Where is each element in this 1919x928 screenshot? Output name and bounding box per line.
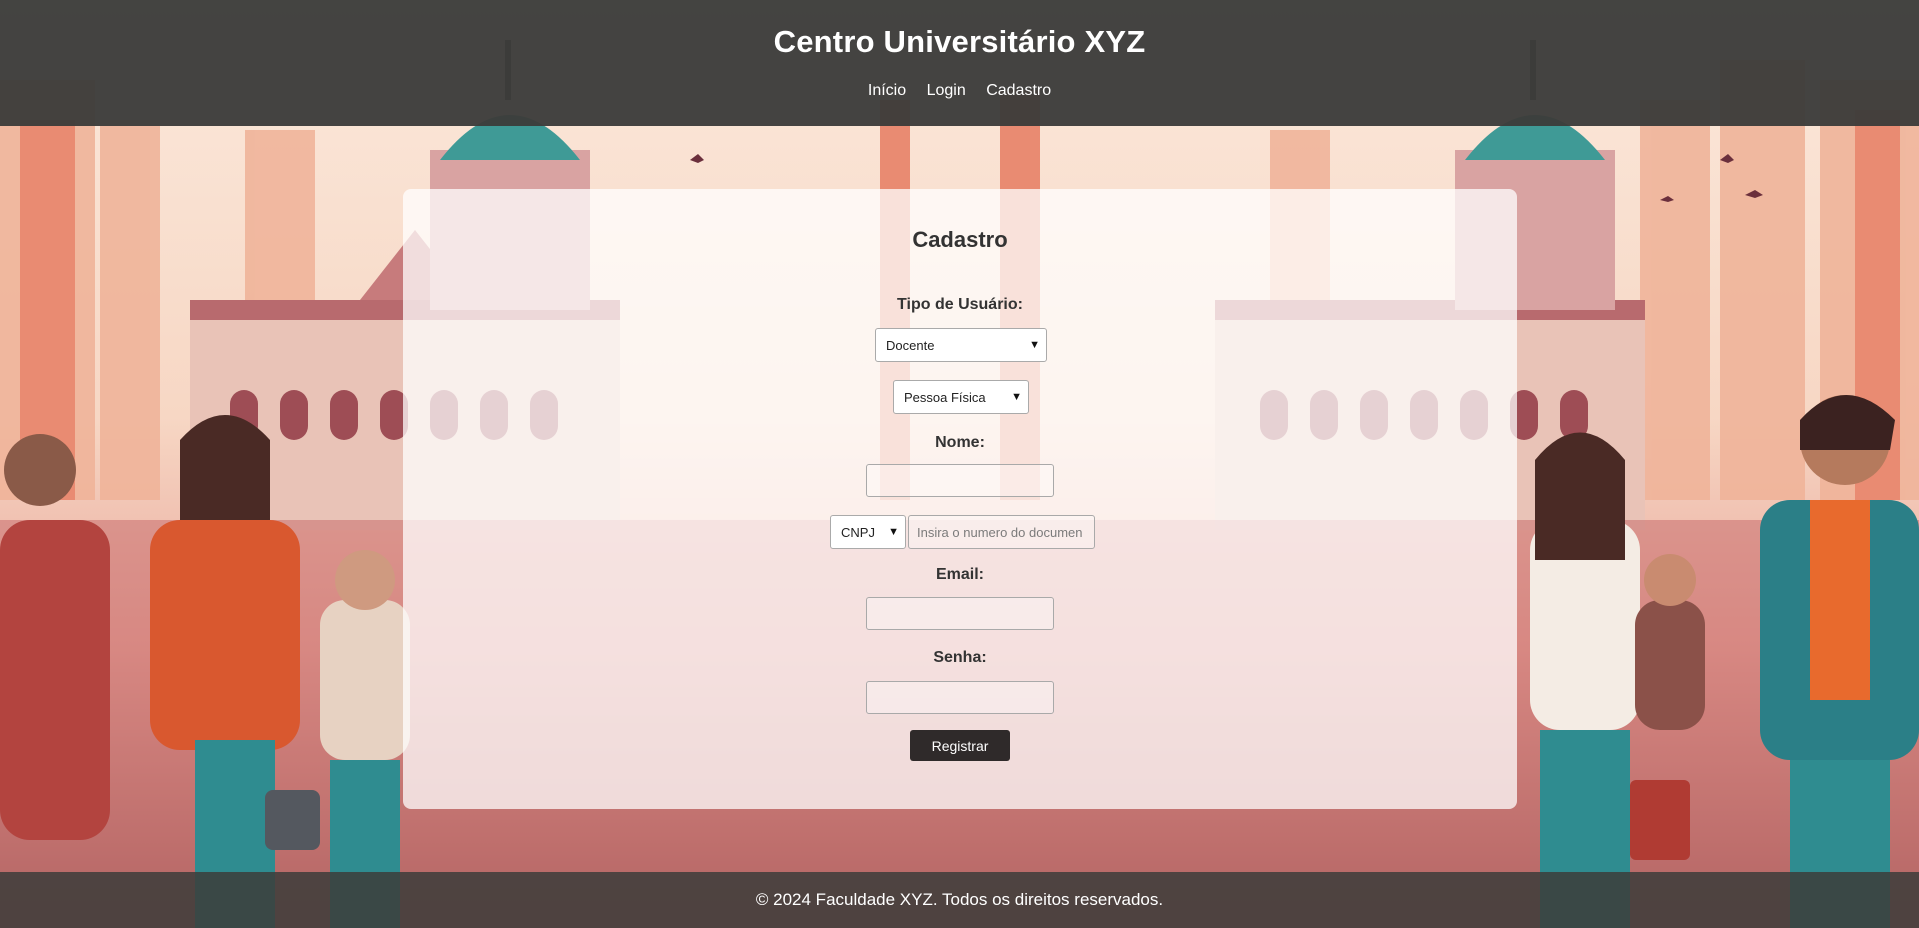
form-title: Cadastro — [912, 227, 1008, 252]
site-footer: © 2024 Faculdade XYZ. Todos os direitos … — [0, 872, 1919, 928]
name-label: Nome: — [935, 434, 985, 451]
chevron-down-icon: ▼ — [888, 526, 899, 538]
document-number-input[interactable]: Insira o numero do documen — [908, 515, 1095, 549]
name-input[interactable] — [866, 464, 1054, 497]
chevron-down-icon: ▼ — [1011, 391, 1022, 403]
user-type-select[interactable]: Docente ▼ — [875, 328, 1047, 362]
site-title: Centro Universitário XYZ — [773, 24, 1146, 59]
nav-link-inicio[interactable]: Início — [868, 82, 906, 99]
email-label: Email: — [935, 566, 984, 583]
person-type-select[interactable]: Pessoa Física ▼ — [893, 380, 1029, 414]
user-type-value: Docente — [886, 337, 935, 353]
site-header: Centro Universitário XYZ Início Login Ca… — [0, 0, 1919, 126]
copyright-text: © 2024 Faculdade XYZ. Todos os direitos … — [755, 890, 1164, 909]
main-nav: Início Login Cadastro — [0, 82, 1919, 100]
document-number-placeholder: Insira o numero do documen — [917, 524, 1083, 540]
password-input[interactable] — [866, 681, 1054, 714]
nav-link-cadastro[interactable]: Cadastro — [986, 82, 1051, 99]
document-type-select[interactable]: CNPJ ▼ — [830, 515, 906, 549]
chevron-down-icon: ▼ — [1029, 339, 1040, 351]
document-type-value: CNPJ — [841, 524, 875, 540]
register-button[interactable]: Registrar — [910, 730, 1010, 761]
email-input[interactable] — [866, 597, 1054, 630]
password-label: Senha: — [933, 649, 987, 666]
nav-link-login[interactable]: Login — [927, 82, 966, 99]
registration-card: Cadastro Tipo de Usuário: Docente ▼ Pess… — [403, 189, 1517, 809]
user-type-label: Tipo de Usuário: — [897, 296, 1023, 313]
person-type-value: Pessoa Física — [904, 389, 986, 405]
